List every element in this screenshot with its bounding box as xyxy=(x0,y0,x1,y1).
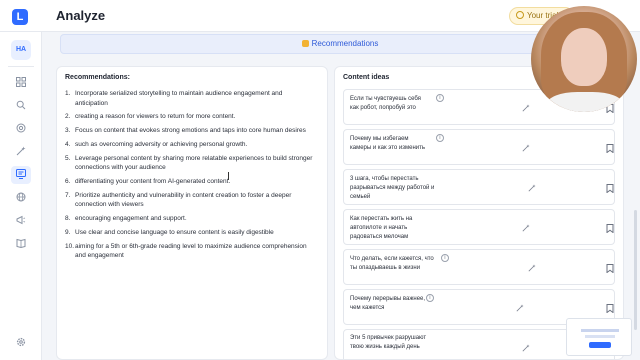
magic-wand-icon[interactable] xyxy=(522,224,530,232)
content-idea-card[interactable]: Как перестать жить на автопилоте и начат… xyxy=(343,209,615,245)
list-item-text: encouraging engagement and support. xyxy=(75,215,187,223)
list-item-number: 2. xyxy=(65,113,71,121)
app-logo[interactable]: L xyxy=(12,9,28,25)
list-item-number: 6. xyxy=(65,178,71,186)
list-item: 5. Leverage personal content by sharing m… xyxy=(65,154,315,173)
list-item: 6. differentiating your content from AI-g… xyxy=(65,177,315,187)
list-item-text: differentiating your content from AI-gen… xyxy=(75,178,231,186)
analyze-icon xyxy=(16,169,26,179)
list-item: 4. such as overcoming adversity or achiev… xyxy=(65,140,315,150)
smile-emoji-icon xyxy=(301,40,309,47)
content-idea-card[interactable]: Что делать, если кажется, что ты опаздыв… xyxy=(343,249,615,285)
content-idea-text: 3 шага, чтобы перестать разрываться межд… xyxy=(350,176,435,201)
bookmark-icon[interactable] xyxy=(606,264,614,273)
list-item: 7. Prioritize authenticity and vulnerabil… xyxy=(65,191,315,210)
presenter-video-bubble xyxy=(531,6,637,112)
sidebar-divider xyxy=(8,66,34,67)
list-item-text: creating a reason for viewers to return … xyxy=(75,113,236,121)
sidebar-item-search[interactable] xyxy=(11,97,31,115)
megaphone-icon xyxy=(16,215,26,225)
info-icon[interactable]: i xyxy=(436,134,444,142)
sidebar-item-megaphone[interactable] xyxy=(11,212,31,230)
avatar[interactable]: HA xyxy=(11,40,31,60)
bookmark-icon[interactable] xyxy=(606,224,614,233)
magic-wand-icon[interactable] xyxy=(516,304,524,312)
list-item: 3. Focus on content that evokes strong em… xyxy=(65,126,315,136)
thumbnail-button xyxy=(589,342,611,348)
sidebar-item-book[interactable] xyxy=(11,235,31,253)
magic-wand-icon[interactable] xyxy=(522,144,530,152)
magic-wand-icon xyxy=(16,146,26,156)
list-item-text: Focus on content that evokes strong emot… xyxy=(75,127,306,135)
info-icon[interactable]: i xyxy=(426,294,434,302)
list-item-number: 3. xyxy=(65,127,71,135)
list-item-text: Leverage personal content by sharing mor… xyxy=(75,154,313,172)
dashboard-icon xyxy=(16,77,26,87)
list-item-number: 4. xyxy=(65,140,71,148)
list-item-number: 7. xyxy=(65,191,71,199)
book-icon xyxy=(16,238,26,249)
text-cursor xyxy=(228,172,230,180)
sidebar-item-analyze[interactable] xyxy=(11,166,31,184)
bookmark-icon[interactable] xyxy=(606,304,614,313)
sidebar-item-settings[interactable] xyxy=(11,334,31,352)
thumbnail-line xyxy=(581,329,619,332)
sidebar-item-dashboard[interactable] xyxy=(11,74,31,92)
list-item-number: 5. xyxy=(65,154,71,162)
recommendations-heading: Recommendations: xyxy=(65,74,130,81)
list-item: 1. Incorporate serialized storytelling to… xyxy=(65,89,315,108)
list-item: 10. aiming for a 5th or 6th-grade reading… xyxy=(65,242,315,261)
list-item-text: aiming for a 5th or 6th-grade reading le… xyxy=(75,242,307,260)
content-idea-text: Как перестать жить на автопилоте и начат… xyxy=(350,216,413,241)
list-item-text: such as overcoming adversity or achievin… xyxy=(75,140,248,148)
presenter-face xyxy=(561,28,607,86)
list-item-text: Use clear and concise language to ensure… xyxy=(75,229,274,237)
content-ideas-heading: Content ideas xyxy=(343,74,390,81)
list-item: 2. creating a reason for viewers to retur… xyxy=(65,112,315,122)
search-icon xyxy=(16,100,26,110)
magic-wand-icon[interactable] xyxy=(522,104,530,112)
clock-icon xyxy=(516,11,524,19)
magic-wand-icon[interactable] xyxy=(528,184,536,192)
list-item-text: Incorporate serialized storytelling to m… xyxy=(75,90,283,107)
recommendations-list: 1. Incorporate serialized storytelling to… xyxy=(65,89,315,265)
magic-wand-icon[interactable] xyxy=(522,344,530,352)
content-idea-card[interactable]: Почему мы избегаем камеры и как это изме… xyxy=(343,129,615,165)
list-item: 8. encouraging engagement and support. xyxy=(65,214,315,224)
magic-wand-icon[interactable] xyxy=(528,264,536,272)
globe-icon xyxy=(16,192,26,202)
scrollbar[interactable] xyxy=(634,210,637,330)
content-idea-card[interactable]: 3 шага, чтобы перестать разрываться межд… xyxy=(343,169,615,205)
content-idea-text: Почему мы избегаем камеры и как это изме… xyxy=(350,136,425,152)
list-item: 9. Use clear and concise language to ensu… xyxy=(65,228,315,238)
bookmark-icon[interactable] xyxy=(606,144,614,153)
page-thumbnail-preview[interactable] xyxy=(566,318,632,356)
sidebar-item-globe[interactable] xyxy=(11,189,31,207)
bookmark-icon[interactable] xyxy=(606,184,614,193)
content-idea-text: Эти 5 привычек разрушают твою жизнь кажд… xyxy=(350,335,427,351)
info-icon[interactable]: i xyxy=(436,94,444,102)
tab-recommendations-label: Recommendations xyxy=(311,39,379,48)
list-item-text: Prioritize authenticity and vulnerabilit… xyxy=(75,191,292,209)
info-icon[interactable]: i xyxy=(441,254,449,262)
sidebar-item-magic[interactable] xyxy=(11,143,31,161)
list-item-number: 1. xyxy=(65,90,71,97)
list-item-number: 9. xyxy=(65,229,71,237)
gear-icon xyxy=(16,337,26,347)
target-icon xyxy=(16,123,26,133)
content-idea-text: Почему перерывы важнее, чем кажется xyxy=(350,296,426,312)
content-idea-text: Если ты чувствуешь себя как робот, попро… xyxy=(350,96,421,112)
page-title: Analyze xyxy=(56,8,106,23)
list-item-number: 8. xyxy=(65,215,71,223)
recommendations-panel: Recommendations: 1. Incorporate serialize… xyxy=(56,66,328,360)
sidebar-item-target[interactable] xyxy=(11,120,31,138)
thumbnail-line xyxy=(585,335,615,338)
list-item-number: 10. xyxy=(65,242,75,250)
content-idea-text: Что делать, если кажется, что ты опаздыв… xyxy=(350,256,434,272)
presenter-shirt xyxy=(547,92,623,112)
